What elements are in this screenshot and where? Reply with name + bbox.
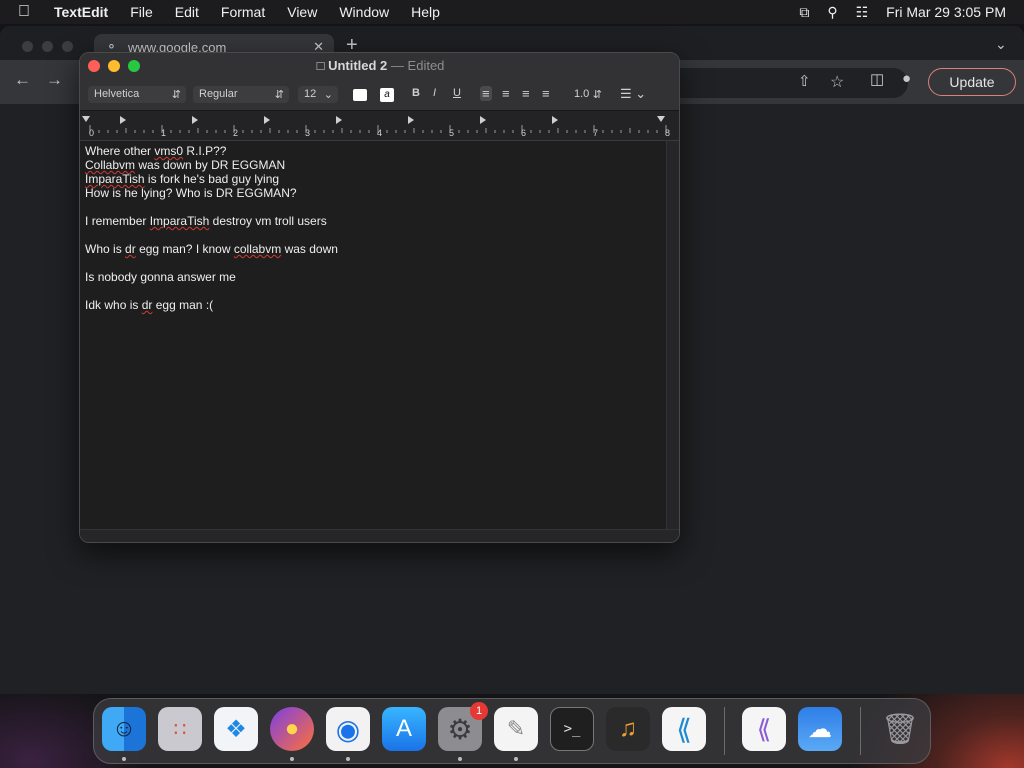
tab-stop-marker	[120, 116, 126, 124]
align-center-icon[interactable]: ≡	[502, 86, 510, 101]
font-size-select[interactable]: 12 ⌄	[298, 86, 338, 103]
document-line: Collabvm was down by DR EGGMAN	[85, 158, 286, 172]
document-line: ImparaTish is fork he's bad guy lying	[85, 172, 280, 186]
settings-badge: 1	[470, 702, 488, 720]
menu-format[interactable]: Format	[221, 4, 265, 20]
bookmark-star-icon[interactable]: ☆	[830, 72, 844, 92]
profile-icon[interactable]: ●	[902, 70, 911, 87]
visual-studio-icon[interactable]: ⟪	[742, 707, 786, 751]
tab-stop-marker	[552, 116, 558, 124]
font-family-select[interactable]: Helvetica ⇵	[88, 86, 186, 103]
ruler-label: 1	[161, 128, 167, 138]
document-line: Who is dr egg man? I know collabvm was d…	[85, 242, 338, 256]
document-line: Idk who is dr egg man :(	[85, 298, 214, 312]
menu-file[interactable]: File	[130, 4, 153, 20]
vertical-scrollbar[interactable]	[666, 141, 679, 529]
forward-icon[interactable]: →	[46, 70, 63, 90]
ruler-label: 3	[305, 128, 311, 138]
menu-edit[interactable]: Edit	[175, 4, 199, 20]
running-indicator	[458, 757, 462, 761]
document-text-area[interactable]: Where other vms0 R.I.P?? Collabvm was dow…	[80, 141, 666, 529]
tab-stop-marker	[192, 116, 198, 124]
menu-clock[interactable]: Fri Mar 29 3:05 PM	[886, 4, 1006, 20]
align-left-icon[interactable]: ≡	[480, 86, 492, 101]
document-line: How is he lying? Who is DR EGGMAN?	[85, 186, 297, 200]
running-indicator	[122, 757, 126, 761]
ruler-label: 0	[89, 128, 95, 138]
stage-manager-icon[interactable]: ⧉	[799, 4, 809, 21]
weather-icon[interactable]: ☁	[798, 707, 842, 751]
ruler-label: 8	[665, 128, 671, 138]
document-line: Is nobody gonna answer me	[85, 270, 236, 284]
dock: ☺ ∷ ❖ ● ◉ A ⚙ 1 ✎ >_ ♫ ⟪ ⟪ ☁ 🗑	[93, 698, 931, 764]
font-style-select[interactable]: Regular ⇵	[193, 86, 289, 103]
tab-stop-marker	[264, 116, 270, 124]
left-margin-marker	[82, 116, 90, 122]
ruler-label: 5	[449, 128, 455, 138]
highlight-color-icon[interactable]: a	[380, 88, 394, 102]
dock-separator	[860, 707, 861, 755]
safari-icon[interactable]: ❖	[214, 707, 258, 751]
ruler: 0 1 2 3 4 5 6 7 8	[80, 111, 679, 141]
underline-button[interactable]: U	[453, 87, 461, 99]
textedit-titlebar: □ Untitled 2 — Edited Helvetica ⇵ Regula…	[80, 53, 679, 111]
chevron-updown-icon: ⇵	[592, 89, 602, 101]
textedit-icon[interactable]: ✎	[494, 707, 538, 751]
vscode-icon[interactable]: ⟪	[662, 707, 706, 751]
side-panel-icon[interactable]: ◫	[870, 70, 884, 88]
dock-separator	[724, 707, 725, 755]
text-color-swatch[interactable]	[353, 89, 367, 101]
textedit-window: □ Untitled 2 — Edited Helvetica ⇵ Regula…	[79, 52, 680, 543]
align-right-icon[interactable]: ≡	[522, 86, 530, 101]
tab-stop-marker	[480, 116, 486, 124]
finder-icon[interactable]: ☺	[102, 707, 146, 751]
horizontal-scrollbar[interactable]	[80, 529, 679, 542]
control-center-icon[interactable]: ☷	[856, 4, 869, 21]
running-indicator	[514, 757, 518, 761]
garageband-icon[interactable]: ♫	[606, 707, 650, 751]
chrome-icon[interactable]: ◉	[326, 707, 370, 751]
ruler-label: 6	[521, 128, 527, 138]
launchpad-icon[interactable]: ∷	[158, 707, 202, 751]
right-margin-marker	[657, 116, 665, 122]
share-icon[interactable]: ⇧	[798, 72, 811, 90]
spotlight-search-icon[interactable]: ⚲	[827, 4, 837, 21]
chevron-updown-icon: ⇵	[171, 89, 181, 101]
bold-button[interactable]: B	[412, 87, 420, 99]
italic-button[interactable]: I	[433, 87, 436, 99]
document-icon: □	[316, 58, 325, 73]
tab-stop-marker	[408, 116, 414, 124]
tab-search-icon[interactable]: ⌄	[995, 36, 1007, 53]
running-indicator	[290, 757, 294, 761]
window-title: □ Untitled 2 — Edited	[316, 58, 445, 73]
document-line: I remember ImparaTish destroy vm troll u…	[85, 214, 327, 228]
chevron-updown-icon: ⇵	[274, 89, 284, 101]
chevron-down-icon: ⌄	[323, 89, 333, 101]
menu-view[interactable]: View	[287, 4, 317, 20]
apple-icon[interactable]: 	[18, 3, 30, 21]
line-spacing-select[interactable]: 1.0 ⇵	[568, 86, 604, 103]
terminal-icon[interactable]: >_	[550, 707, 594, 751]
ruler-label: 2	[233, 128, 239, 138]
ruler-label: 4	[377, 128, 383, 138]
ruler-label: 7	[593, 128, 599, 138]
firefox-icon[interactable]: ●	[270, 707, 314, 751]
trash-icon[interactable]: 🗑	[878, 707, 922, 751]
menu-window[interactable]: Window	[339, 4, 389, 20]
menu-help[interactable]: Help	[411, 4, 440, 20]
justify-icon[interactable]: ≡	[542, 86, 550, 101]
tab-stop-marker	[336, 116, 342, 124]
update-button[interactable]: Update	[928, 68, 1016, 96]
app-store-icon[interactable]: A	[382, 707, 426, 751]
back-icon[interactable]: ←	[14, 70, 31, 90]
menu-bar:  TextEdit File Edit Format View Window …	[0, 0, 1024, 24]
running-indicator	[346, 757, 350, 761]
document-line: Where other vms0 R.I.P??	[85, 144, 227, 158]
menu-app-name[interactable]: TextEdit	[54, 4, 108, 20]
list-bullets-icon[interactable]: ☰ ⌄	[620, 86, 646, 102]
